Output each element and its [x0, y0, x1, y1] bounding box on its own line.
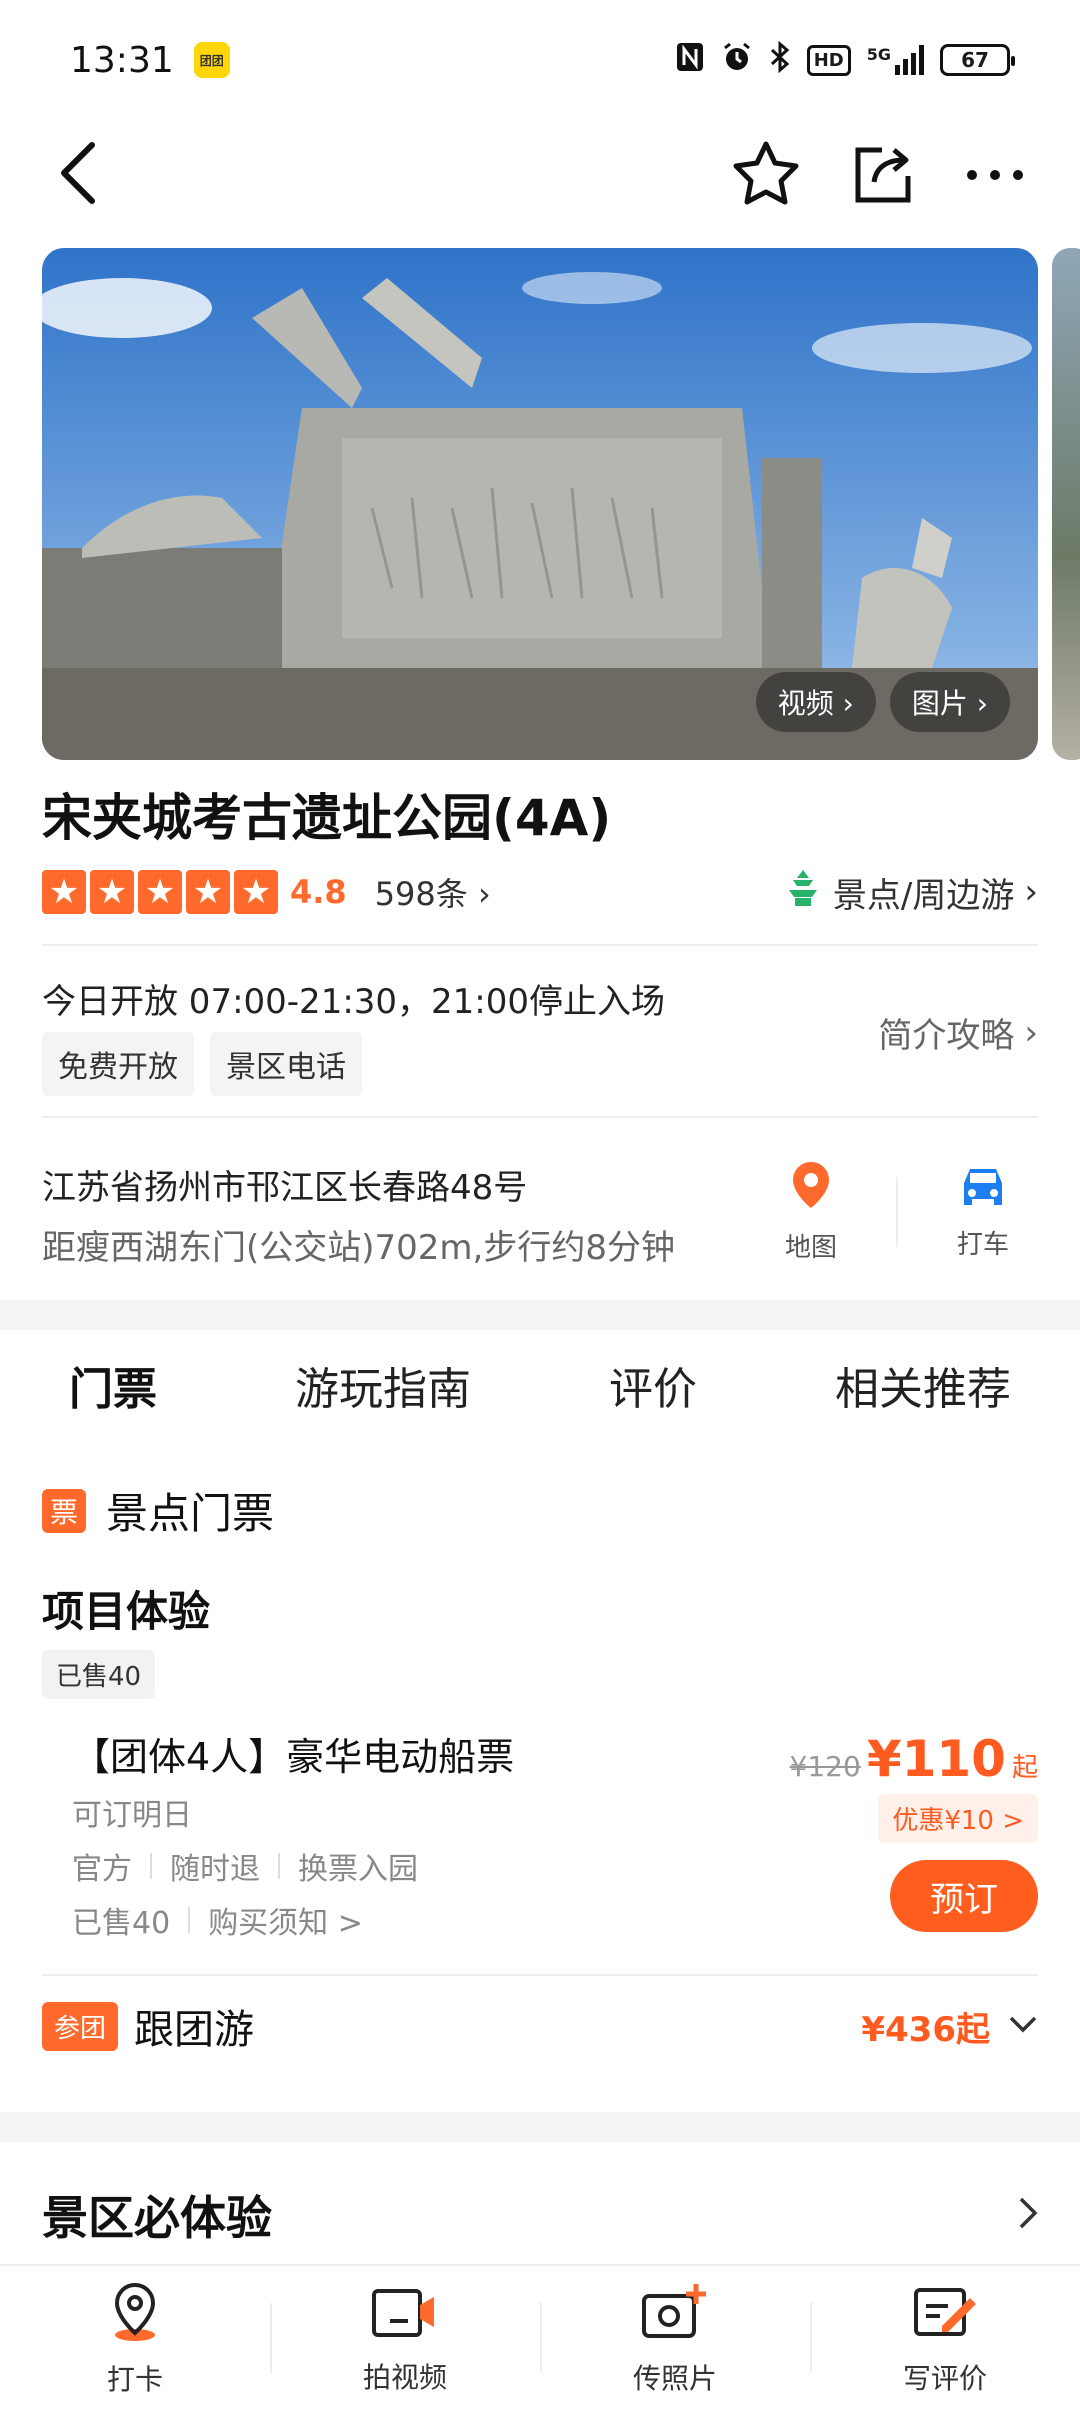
- divider: [42, 1974, 1038, 1976]
- bottom-action-bar: 打卡 拍视频 传照片 写评价: [0, 2264, 1080, 2412]
- star-icon: ★: [234, 870, 278, 914]
- rating-row[interactable]: ★ ★ ★ ★ ★ 4.8 598条 › 景点/周边游 ›: [42, 868, 1038, 916]
- hd-icon: HD: [806, 44, 851, 76]
- rating-stars: ★ ★ ★ ★ ★: [42, 870, 278, 914]
- product-price: ¥120 ¥110 起: [789, 1730, 1038, 1788]
- distance-text: 距瘦西湖东门(公交站)702m,步行约8分钟: [42, 1228, 675, 1268]
- divider: [42, 1116, 1038, 1118]
- product-name[interactable]: 【团体4人】豪华电动船票: [72, 1726, 514, 1781]
- product-sold-notice: 已售40 购买须知 >: [72, 1898, 363, 1942]
- more-icon[interactable]: [966, 166, 1024, 185]
- share-icon[interactable]: [852, 142, 914, 208]
- star-icon: ★: [138, 870, 182, 914]
- attraction-tags: 免费开放 景区电话: [42, 1032, 362, 1096]
- section-gap: [0, 2112, 1080, 2142]
- nfc-icon: [675, 41, 705, 79]
- rating-score: 4.8: [290, 873, 347, 911]
- ticket-section-title: 景点门票: [106, 1489, 275, 1538]
- star-icon: ★: [42, 870, 86, 914]
- write-review-icon: [912, 2282, 978, 2349]
- book-button[interactable]: 预订: [890, 1860, 1038, 1932]
- product-availability: 可订明日: [72, 1798, 192, 1833]
- tab-tickets[interactable]: 门票: [69, 1353, 157, 1423]
- original-price: ¥120: [789, 1750, 861, 1783]
- group-tour-label: 跟团游: [134, 2007, 255, 2053]
- map-pin-icon: [789, 1160, 833, 1217]
- write-review-button[interactable]: 写评价: [810, 2282, 1080, 2397]
- top-nav: [0, 120, 1080, 230]
- group-tour-row[interactable]: 参团 跟团游 ¥436起: [42, 1996, 1038, 2056]
- status-time: 13:31: [70, 39, 174, 81]
- current-price: ¥110: [866, 1730, 1006, 1788]
- discount-badge[interactable]: 优惠¥10 >: [878, 1794, 1038, 1843]
- attraction-title: 宋夹城考古遗址公园(4A): [42, 789, 612, 847]
- star-outline-icon[interactable]: [732, 140, 800, 210]
- star-icon: ★: [90, 870, 134, 914]
- app-badge-icon: 团团: [193, 42, 230, 78]
- checkin-button[interactable]: 打卡: [0, 2281, 270, 2398]
- ticket-badge-icon: 票: [42, 1488, 86, 1533]
- intro-guide-link[interactable]: 简介攻略 ›: [878, 1008, 1038, 1057]
- purchase-notice-link[interactable]: 购买须知 >: [208, 1898, 363, 1942]
- address-text: 江苏省扬州市邗江区长春路48号: [42, 1168, 528, 1208]
- product-features: 官方 随时退 换票入园: [72, 1852, 418, 1887]
- upload-photo-button[interactable]: 传照片: [540, 2282, 810, 2397]
- section-gap: [0, 1300, 1080, 1330]
- divider: [896, 1177, 898, 1247]
- group-tour-price: ¥436起: [861, 2009, 990, 2050]
- photo-gallery[interactable]: 视频 › 图片 ›: [42, 248, 1038, 760]
- opening-hours: 今日开放 07:00-21:30，21:00停止入场: [42, 982, 666, 1022]
- address-actions: 地图 打车: [756, 1160, 1038, 1264]
- star-icon: ★: [186, 870, 230, 914]
- tab-reviews[interactable]: 评价: [609, 1353, 697, 1417]
- video-camera-icon: [370, 2283, 440, 2348]
- photo-upload-icon: [640, 2282, 710, 2349]
- sold-count-tag: 已售40: [42, 1650, 156, 1699]
- alarm-icon: [721, 41, 753, 79]
- category-link[interactable]: 景点/周边游 ›: [783, 868, 1038, 917]
- battery-icon: 67: [940, 44, 1015, 76]
- chevron-down-icon[interactable]: [1008, 2014, 1038, 2038]
- review-count-link[interactable]: 598条 ›: [375, 869, 491, 915]
- ticket-section-header: 票 景点门票: [42, 1480, 274, 1541]
- section-tabs: 门票 游玩指南 评价 相关推荐: [0, 1345, 1080, 1425]
- pagoda-icon: [783, 868, 823, 917]
- group-badge: 参团: [42, 2001, 119, 2051]
- subsection-title: 项目体验: [42, 1587, 211, 1636]
- bluetooth-icon: [769, 40, 791, 79]
- divider: [42, 944, 1038, 946]
- back-chevron-icon[interactable]: [56, 141, 100, 209]
- location-pin-icon: [107, 2281, 163, 2350]
- taxi-button[interactable]: 打车: [928, 1163, 1038, 1261]
- video-pill-button[interactable]: 视频 ›: [755, 672, 876, 732]
- gallery-next-peek[interactable]: [1052, 248, 1080, 760]
- shoot-video-button[interactable]: 拍视频: [270, 2283, 540, 2396]
- photo-pill-button[interactable]: 图片 ›: [889, 672, 1010, 732]
- 5g-signal-icon: 5G: [867, 45, 924, 75]
- tag-phone[interactable]: 景区电话: [210, 1032, 362, 1096]
- must-experience-row[interactable]: 景区必体验: [42, 2182, 1038, 2248]
- tab-recommendations[interactable]: 相关推荐: [835, 1353, 1011, 1417]
- map-button[interactable]: 地图: [756, 1160, 866, 1264]
- status-bar: 13:31 团团 HD 5G 67: [0, 0, 1080, 120]
- car-icon: [956, 1163, 1010, 1214]
- chevron-right-icon[interactable]: [1018, 2196, 1038, 2234]
- tag-free: 免费开放: [42, 1032, 194, 1096]
- tab-guide[interactable]: 游玩指南: [295, 1353, 471, 1417]
- must-experience-title: 景区必体验: [42, 2191, 272, 2245]
